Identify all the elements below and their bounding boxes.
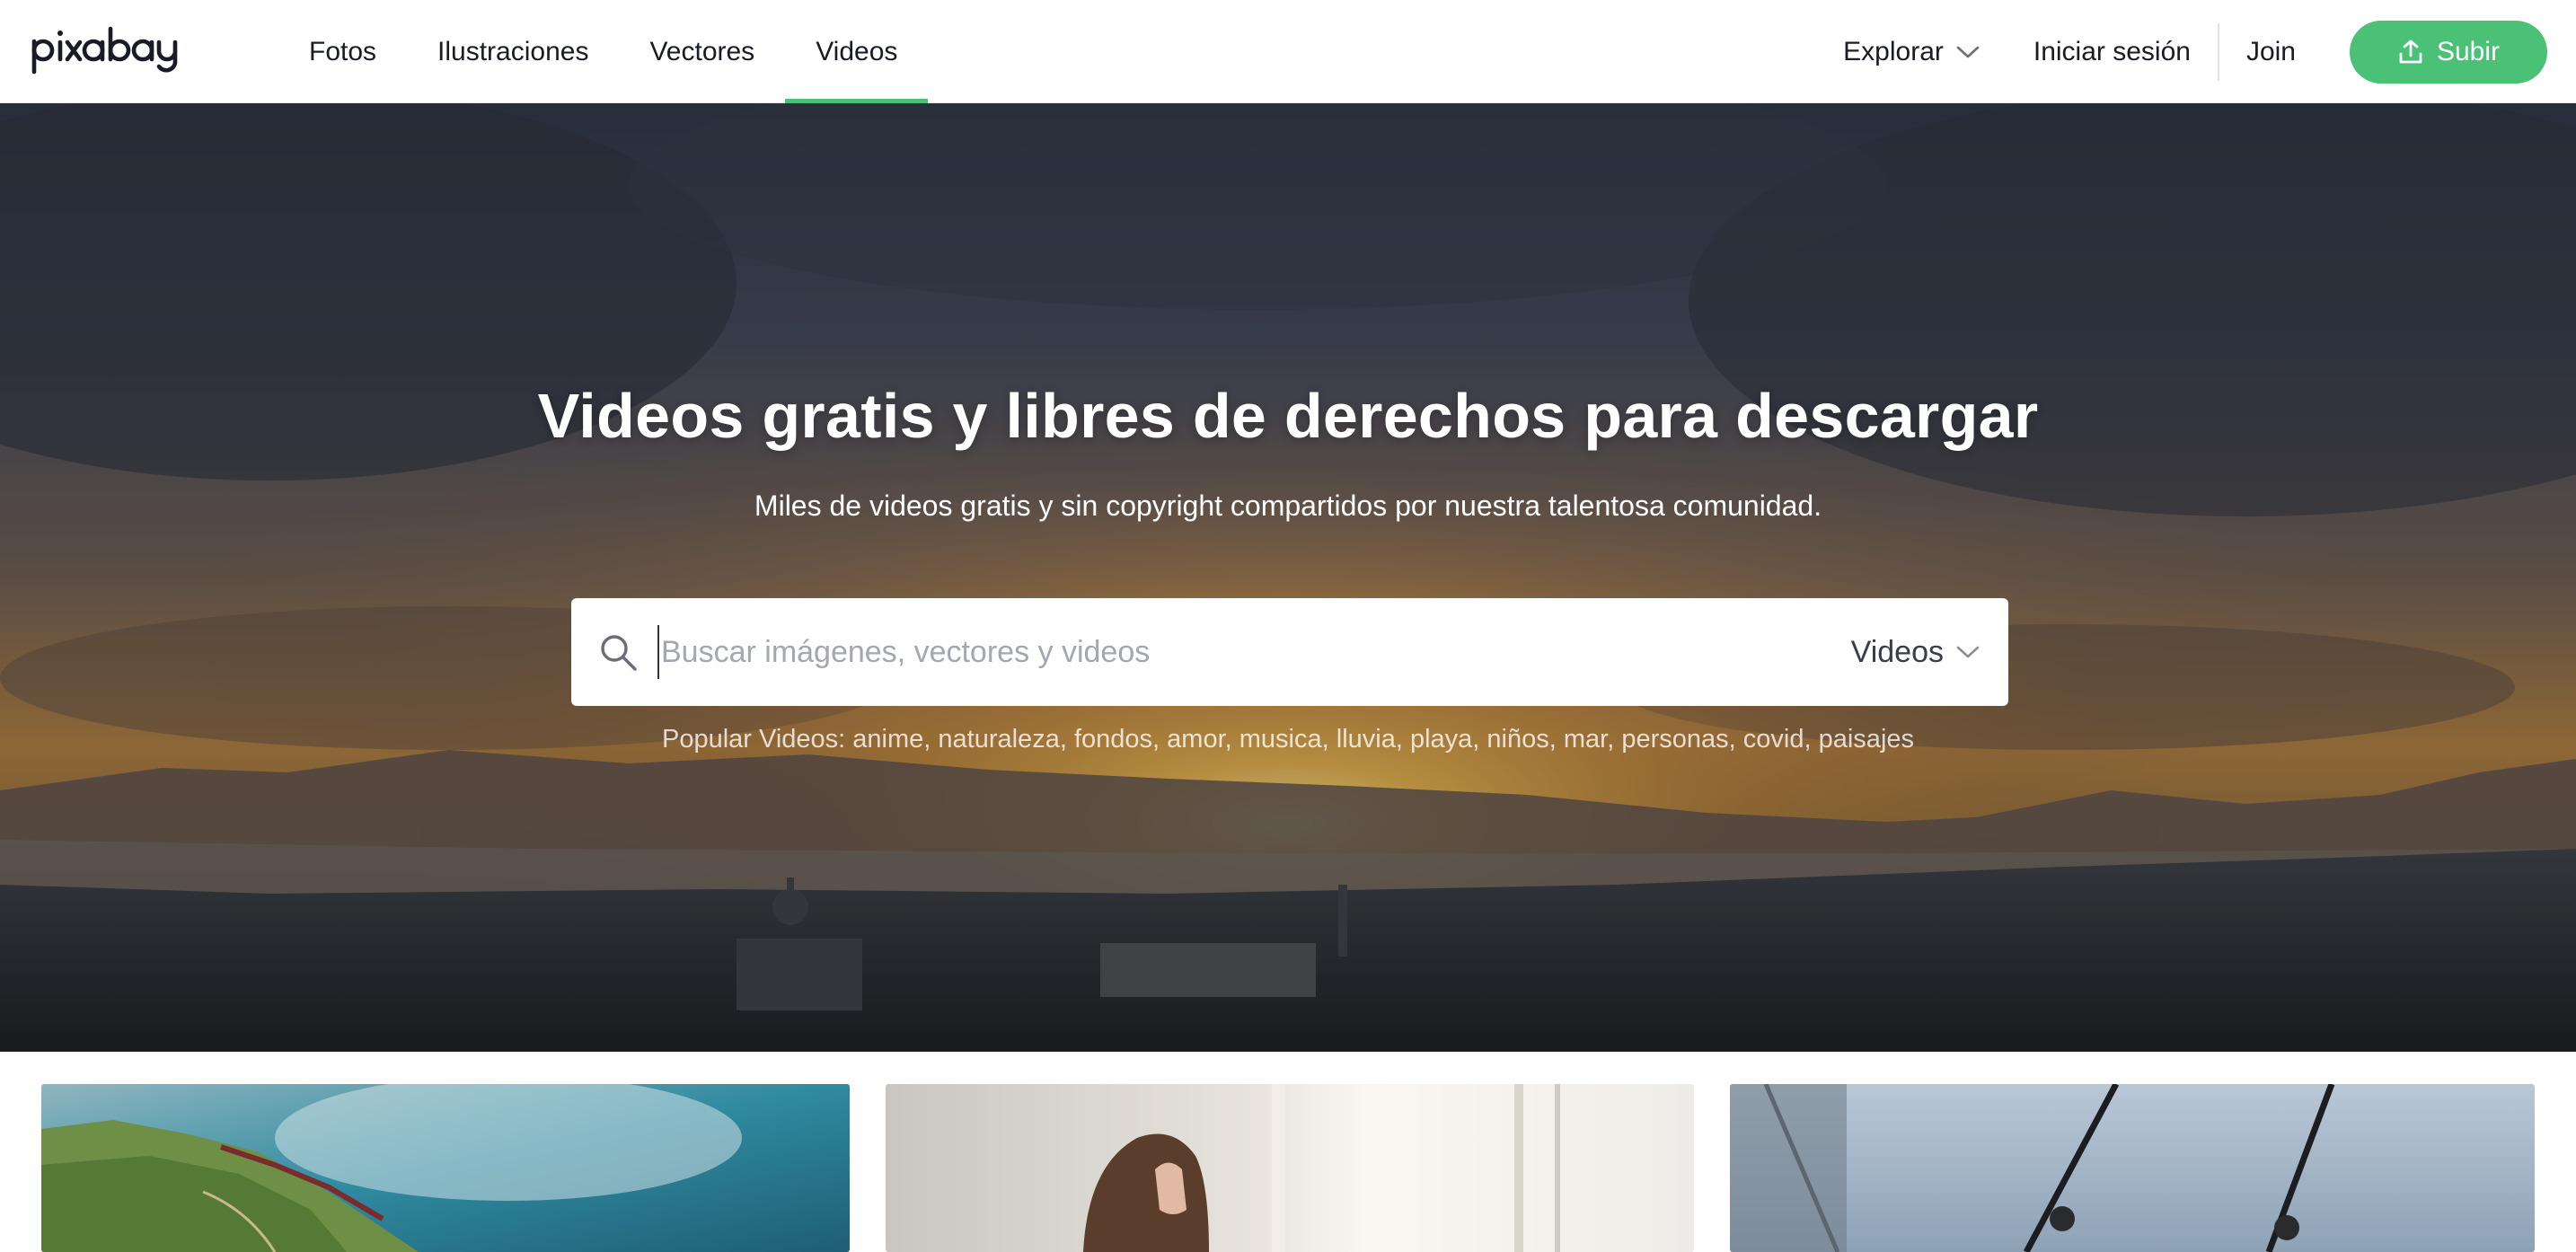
search-icon[interactable] bbox=[598, 632, 638, 672]
search-type-label: Videos bbox=[1850, 634, 1944, 669]
upload-label: Subir bbox=[2436, 36, 2501, 66]
tab-label: Videos bbox=[816, 36, 898, 66]
popular-term[interactable]: anime bbox=[852, 725, 923, 754]
top-navigation-bar: Fotos Ilustraciones Vectores Videos Expl… bbox=[0, 0, 2576, 103]
hero-banner: Videos gratis y libres de derechos para … bbox=[0, 103, 2576, 1052]
upload-icon bbox=[2399, 40, 2422, 63]
pixabay-logo[interactable] bbox=[31, 23, 192, 77]
woman-by-window-thumbnail-image bbox=[886, 1084, 1694, 1252]
header-divider bbox=[2217, 22, 2219, 81]
tab-ilustraciones[interactable]: Ilustraciones bbox=[407, 0, 619, 103]
coastal-cliff-thumbnail-image bbox=[41, 1084, 850, 1252]
media-type-tabs: Fotos Ilustraciones Vectores Videos bbox=[278, 0, 929, 103]
search-type-select[interactable]: Videos bbox=[1851, 598, 1980, 706]
chevron-down-icon bbox=[1956, 646, 1980, 658]
tab-videos[interactable]: Videos bbox=[785, 0, 929, 103]
tab-label: Ilustraciones bbox=[437, 36, 589, 66]
search-bar: Videos bbox=[571, 598, 2008, 706]
popular-term[interactable]: covid bbox=[1743, 725, 1804, 754]
explore-label: Explorar bbox=[1843, 36, 1944, 66]
popular-term[interactable]: playa bbox=[1410, 725, 1472, 754]
video-thumbnail[interactable] bbox=[1730, 1084, 2535, 1252]
header-actions: Explorar Iniciar sesión Join Subir bbox=[1843, 0, 2547, 103]
join-link[interactable]: Join bbox=[2246, 37, 2296, 67]
popular-searches: Popular Videos: anime, naturaleza, fondo… bbox=[661, 725, 1915, 754]
signin-link[interactable]: Iniciar sesión bbox=[2033, 37, 2191, 67]
popular-term[interactable]: amor bbox=[1167, 725, 1224, 754]
popular-term[interactable]: paisajes bbox=[1819, 725, 1914, 754]
hero-subtitle: Miles de videos gratis y sin copyright c… bbox=[754, 489, 1822, 522]
video-thumbnail[interactable] bbox=[41, 1084, 850, 1252]
popular-term[interactable]: mar bbox=[1564, 725, 1607, 754]
tab-label: Vectores bbox=[649, 36, 755, 66]
popular-term[interactable]: naturaleza bbox=[938, 725, 1059, 754]
popular-term[interactable]: musica bbox=[1239, 725, 1322, 754]
popular-term[interactable]: fondos bbox=[1074, 725, 1152, 754]
video-results-grid bbox=[0, 1052, 2576, 1252]
popular-label: Popular Videos: bbox=[661, 725, 846, 754]
tab-label: Fotos bbox=[309, 36, 377, 66]
popular-term[interactable]: niños bbox=[1486, 725, 1548, 754]
hero-title: Videos gratis y libres de derechos para … bbox=[537, 381, 2039, 451]
upload-button[interactable]: Subir bbox=[2350, 20, 2547, 84]
popular-term[interactable]: lluvia bbox=[1337, 725, 1396, 754]
search-input[interactable] bbox=[657, 625, 1735, 679]
tab-vectores[interactable]: Vectores bbox=[619, 0, 785, 103]
hero-overlay bbox=[0, 103, 2576, 1052]
explore-menu-button[interactable]: Explorar bbox=[1843, 37, 1980, 67]
chevron-down-icon bbox=[1956, 46, 1980, 57]
fishing-rods-thumbnail-image bbox=[1730, 1084, 2535, 1252]
popular-term[interactable]: personas bbox=[1621, 725, 1728, 754]
video-thumbnail[interactable] bbox=[886, 1084, 1694, 1252]
pixabay-logo-mark bbox=[31, 26, 178, 75]
tab-fotos[interactable]: Fotos bbox=[278, 0, 407, 103]
